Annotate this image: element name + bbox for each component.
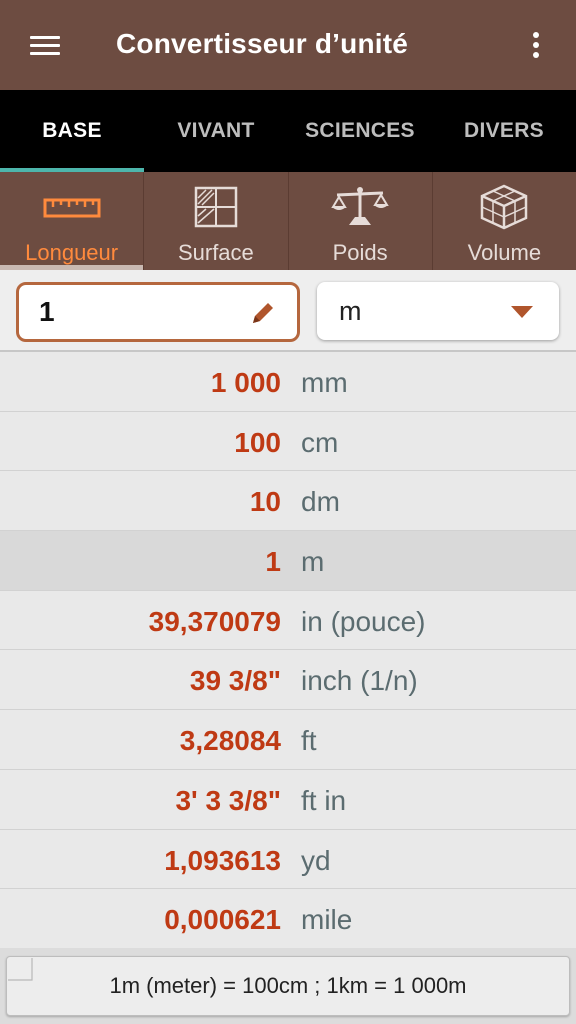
result-value: 100 — [234, 426, 281, 458]
category-label: Poids — [332, 240, 388, 265]
app-toolbar: Convertisseur d’unité — [0, 0, 576, 90]
result-value: 1 — [265, 546, 281, 578]
unit-select-value: m — [339, 295, 362, 326]
unit-select[interactable]: m — [317, 282, 559, 340]
app-title: Convertisseur d’unité — [116, 28, 409, 59]
tab-base[interactable]: BASE — [0, 90, 144, 172]
result-unit: inch (1/n) — [301, 665, 418, 697]
result-value: 1,093613 — [164, 844, 281, 876]
definition-text: 1m (meter) = 100cm ; 1km = 1 000m — [109, 973, 467, 998]
category-label: Longueur — [25, 240, 119, 265]
result-value: 39 3/8" — [189, 665, 281, 697]
result-row[interactable]: 1 000 mm — [0, 352, 576, 412]
hamburger-menu-icon — [30, 34, 60, 56]
category-volume[interactable]: Volume — [433, 172, 576, 270]
result-unit: ft in — [301, 784, 347, 816]
result-unit: ft — [301, 725, 317, 757]
category-longueur[interactable]: Longueur — [0, 172, 145, 270]
scale-icon — [331, 184, 389, 230]
result-value: 3' 3 3/8" — [175, 784, 281, 816]
menu-button[interactable] — [20, 25, 70, 65]
more-vert-icon — [533, 32, 539, 58]
page-fold-icon — [6, 956, 36, 989]
dropdown-caret-icon — [511, 306, 533, 318]
result-row[interactable]: 1,093613 yd — [0, 829, 576, 890]
tab-vivant[interactable]: VIVANT — [144, 90, 288, 172]
definition-info-button[interactable]: 1m (meter) = 100cm ; 1km = 1 000m — [6, 956, 570, 1016]
category-poids[interactable]: Poids — [289, 172, 433, 270]
result-unit: cm — [301, 426, 339, 458]
input-row: 1 m — [0, 270, 576, 352]
result-row[interactable]: 0,000621 mile — [0, 889, 576, 949]
result-unit: m — [301, 546, 325, 578]
result-unit: in (pouce) — [301, 605, 426, 637]
footer: 1m (meter) = 100cm ; 1km = 1 000m — [0, 948, 576, 1024]
conversion-results-list: 1 000 mm 100 cm 10 dm 1 m 39,370079 in (… — [0, 352, 576, 949]
tab-sciences[interactable]: SCIENCES — [288, 90, 432, 172]
cube-icon — [479, 184, 529, 230]
result-row[interactable]: 3,28084 ft — [0, 710, 576, 770]
value-input-text: 1 — [39, 296, 55, 327]
result-value: 10 — [249, 486, 281, 518]
category-label: Surface — [177, 240, 254, 265]
result-unit: yd — [301, 844, 331, 876]
result-row[interactable]: 10 dm — [0, 471, 576, 532]
result-unit: mile — [301, 904, 353, 936]
result-row[interactable]: 39,370079 in (pouce) — [0, 590, 576, 651]
result-row[interactable]: 39 3/8" inch (1/n) — [0, 650, 576, 711]
result-value: 1 000 — [210, 367, 281, 398]
category-tabs: BASE VIVANT SCIENCES DIVERS — [0, 90, 576, 172]
result-row[interactable]: 100 cm — [0, 411, 576, 472]
result-unit: mm — [301, 367, 348, 398]
overflow-menu-button[interactable] — [514, 25, 558, 65]
surface-grid-icon — [194, 184, 238, 230]
tab-divers[interactable]: DIVERS — [432, 90, 576, 172]
category-surface[interactable]: Surface — [144, 172, 289, 270]
result-row-selected[interactable]: 1 m — [0, 531, 576, 591]
app-root: Convertisseur d’unité BASE VIVANT SCIENC… — [0, 0, 576, 1024]
value-input[interactable]: 1 — [16, 282, 300, 342]
quantity-selector: Longueur Surface Poids Volume — [0, 172, 576, 270]
pencil-icon[interactable] — [249, 299, 277, 334]
result-row[interactable]: 3' 3 3/8" ft in — [0, 769, 576, 830]
category-label: Volume — [467, 240, 542, 265]
result-value: 0,000621 — [164, 904, 281, 936]
result-unit: dm — [301, 486, 340, 518]
ruler-icon — [43, 184, 101, 230]
result-value: 3,28084 — [179, 725, 281, 757]
result-value: 39,370079 — [148, 605, 281, 637]
